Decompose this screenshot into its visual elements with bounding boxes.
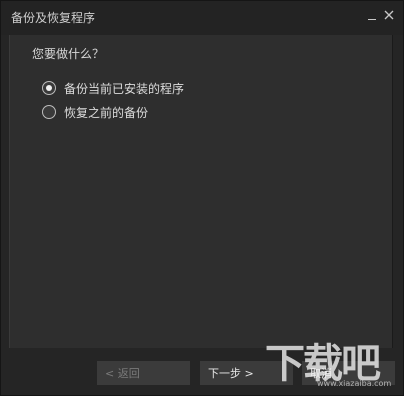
radio-selected-icon[interactable]	[42, 81, 56, 95]
option-label: 恢复之前的备份	[64, 106, 149, 120]
title-bar: 备份及恢复程序	[1, 1, 403, 35]
watermark-url: www.xiazaiba.com	[317, 379, 392, 388]
watermark-logo: 下载吧 www.xiazaiba.com	[265, 331, 401, 393]
close-button[interactable]	[381, 7, 397, 23]
window-title: 备份及恢复程序	[11, 11, 96, 25]
back-button: < 返回	[97, 361, 190, 385]
option-label: 备份当前已安装的程序	[64, 82, 185, 96]
minimize-icon	[368, 19, 376, 20]
backup-restore-dialog: 备份及恢复程序 您要做什么？ 备份当前已安装的程序 恢复之前的备份 < 返回 下…	[0, 0, 404, 396]
radio-dot	[46, 85, 52, 91]
question-label: 您要做什么？	[32, 47, 105, 61]
radio-unselected-icon[interactable]	[42, 105, 56, 119]
close-icon	[384, 10, 394, 20]
content-panel: 您要做什么？ 备份当前已安装的程序 恢复之前的备份	[9, 35, 393, 348]
minimize-button[interactable]	[366, 7, 380, 23]
